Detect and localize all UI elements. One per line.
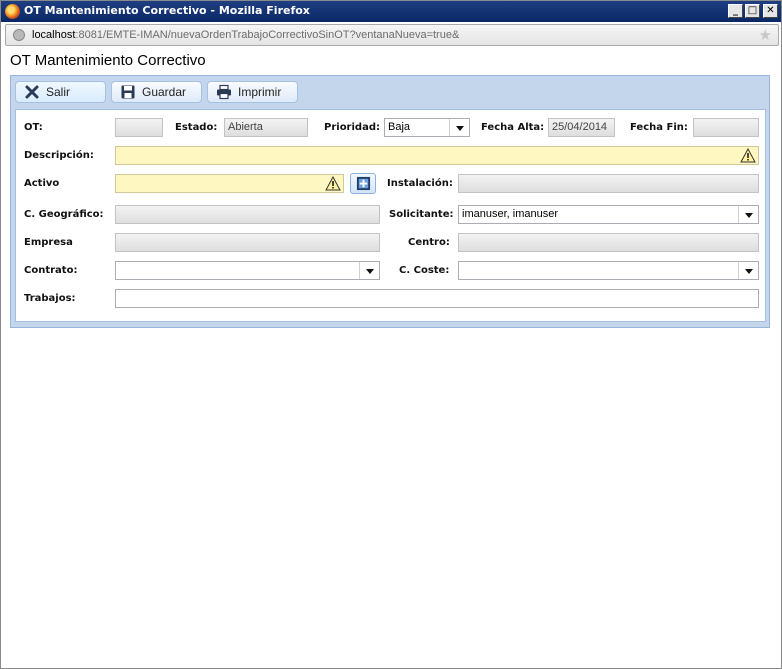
chevron-down-icon[interactable] [359,262,379,279]
solicitante-label: Solicitante: [389,209,454,220]
instalacion-label: Instalación: [387,178,453,189]
descripcion-label: Descripción: [24,150,94,161]
c-geografico-label: C. Geográfico: [24,209,104,220]
address-host: localhost [32,29,76,41]
close-x-icon [25,85,39,99]
title-bar: OT Mantenimiento Correctivo - Mozilla Fi… [1,1,781,22]
chevron-down-icon[interactable] [449,119,469,136]
descripcion-input[interactable] [115,146,759,165]
ot-field [115,118,163,137]
close-window-button[interactable]: ✕ [763,4,778,18]
address-url[interactable]: localhost:8081/EMTE-IMAN/nuevaOrdenTraba… [32,29,459,41]
prioridad-select[interactable]: Baja [384,118,470,137]
firefox-icon [5,4,20,19]
imprimir-button[interactable]: Imprimir [207,81,298,103]
globe-icon [13,29,25,41]
warning-triangle-icon [325,176,341,191]
estado-field: Abierta [224,118,308,137]
warning-triangle-icon [740,148,756,163]
ot-label: OT: [24,122,43,133]
maximize-button[interactable]: □ [745,4,760,18]
chevron-down-icon[interactable] [738,262,758,279]
floppy-disk-icon [121,85,135,99]
centro-field [458,233,759,252]
empresa-label: Empresa [24,237,73,248]
solicitante-value: imanuser, imanuser [462,208,558,220]
window-title: OT Mantenimiento Correctivo - Mozilla Fi… [24,4,310,17]
c-geografico-field [115,205,380,224]
estado-label: Estado: [175,122,218,133]
address-bar[interactable]: localhost:8081/EMTE-IMAN/nuevaOrdenTraba… [5,24,779,46]
browser-window: OT Mantenimiento Correctivo - Mozilla Fi… [0,0,782,669]
printer-icon [217,84,231,100]
fecha-alta-label: Fecha Alta: [481,122,545,133]
centro-label: Centro: [408,237,450,248]
solicitante-select[interactable]: imanuser, imanuser [458,205,759,224]
fecha-alta-field: 25/04/2014 [548,118,615,137]
instalacion-field [458,174,759,193]
empresa-field [115,233,380,252]
fecha-fin-field [693,118,759,137]
contrato-label: Contrato: [24,265,78,276]
address-path: :8081/EMTE-IMAN/nuevaOrdenTrabajoCorrect… [75,29,460,41]
salir-label: Salir [46,85,71,99]
activo-input[interactable] [115,174,344,193]
activo-label: Activo [24,178,60,189]
c-coste-label: C. Coste: [399,265,450,276]
prioridad-value: Baja [388,121,411,133]
fecha-fin-label: Fecha Fin: [630,122,688,133]
form-panel: Salir Guardar Imprimir OT: Estado: Abier… [10,75,770,328]
add-activo-button[interactable] [350,173,376,194]
guardar-label: Guardar [142,85,187,99]
trabajos-input[interactable] [115,289,759,308]
page-title: OT Mantenimiento Correctivo [10,52,206,69]
ot-form: OT: Estado: Abierta Prioridad: Baja Fech… [15,109,766,322]
add-item-icon [356,176,371,191]
contrato-select[interactable] [115,261,380,280]
c-coste-select[interactable] [458,261,759,280]
prioridad-label: Prioridad: [324,122,380,133]
salir-button[interactable]: Salir [15,81,106,103]
guardar-button[interactable]: Guardar [111,81,202,103]
chevron-down-icon[interactable] [738,206,758,223]
minimize-button[interactable]: _ [728,4,743,18]
trabajos-label: Trabajos: [24,293,76,304]
imprimir-label: Imprimir [238,85,282,99]
star-icon[interactable]: ★ [759,26,772,44]
